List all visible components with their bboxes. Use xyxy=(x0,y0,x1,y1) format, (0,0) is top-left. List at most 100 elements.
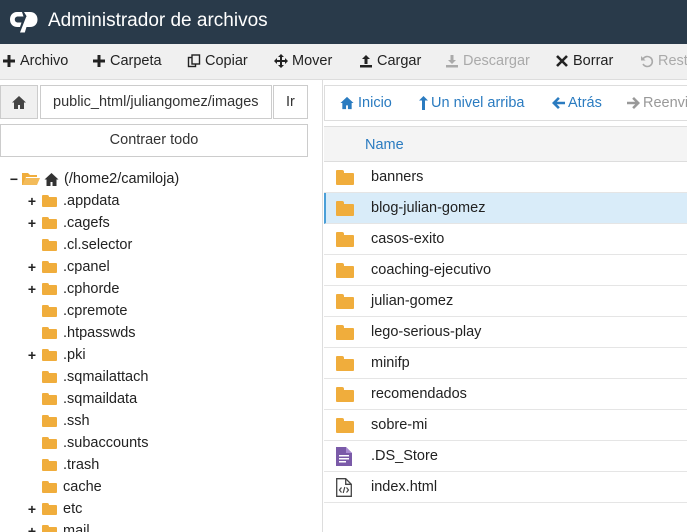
copy-icon xyxy=(187,54,201,68)
folder-icon xyxy=(42,525,57,532)
inicio-button[interactable]: Inicio xyxy=(339,95,392,111)
tree-item[interactable]: + .appdata xyxy=(26,190,120,212)
column-name-header[interactable]: Name xyxy=(365,137,404,153)
tree-item-label: .subaccounts xyxy=(63,435,149,451)
file-row[interactable]: casos-exito xyxy=(324,224,687,255)
folder-icon xyxy=(42,415,57,427)
expand-toggle[interactable]: + xyxy=(26,193,38,209)
file-row[interactable]: recomendados xyxy=(324,379,687,410)
folder-icon xyxy=(336,325,354,344)
tree-item-label: .sqmaildata xyxy=(63,391,138,407)
home-icon xyxy=(12,95,26,109)
tree-item[interactable]: + .pki xyxy=(26,344,86,366)
tree-item[interactable]: .htpasswds xyxy=(26,322,136,344)
download-button[interactable]: Descargar xyxy=(445,53,530,69)
file-name: index.html xyxy=(371,479,438,495)
folder-icon xyxy=(336,387,354,406)
file-name: casos-exito xyxy=(371,231,445,247)
copy-label: Copiar xyxy=(205,53,248,69)
folder-icon xyxy=(336,170,354,189)
path-input[interactable] xyxy=(40,85,272,119)
folder-icon xyxy=(42,283,57,295)
upload-icon xyxy=(360,55,372,68)
delete-button[interactable]: Borrar xyxy=(555,53,613,69)
level-up-icon xyxy=(419,96,428,110)
expand-toggle[interactable]: + xyxy=(26,281,38,297)
tree-root[interactable]: − (/home2/camiloja) xyxy=(8,168,179,190)
file-row[interactable]: index.html xyxy=(324,472,687,503)
home-icon xyxy=(44,172,59,186)
home-button[interactable] xyxy=(0,85,38,119)
undo-icon xyxy=(641,55,654,68)
tree-item-label: .cpremote xyxy=(63,303,128,319)
tree-item-label: .cagefs xyxy=(63,215,110,231)
pane-divider[interactable] xyxy=(322,80,323,532)
open-folder-icon xyxy=(22,173,40,185)
up-one-level-button[interactable]: Un nivel arriba xyxy=(419,95,525,111)
tree-item[interactable]: .sqmailattach xyxy=(26,366,148,388)
tree-item-label: .sqmailattach xyxy=(63,369,149,385)
file-name: minifp xyxy=(371,355,410,371)
tree-item[interactable]: .ssh xyxy=(26,410,90,432)
tree-item[interactable]: + .cagefs xyxy=(26,212,110,234)
folder-icon xyxy=(42,195,57,207)
new-file-label: Archivo xyxy=(20,53,69,69)
tree-item[interactable]: cache xyxy=(26,476,102,498)
expand-toggle[interactable]: + xyxy=(26,215,38,231)
file-name: julian-gomez xyxy=(371,293,454,309)
file-row[interactable]: banners xyxy=(324,162,687,193)
path-bar: Ir xyxy=(0,85,308,119)
file-name: coaching-ejecutivo xyxy=(371,262,492,278)
tree-item[interactable]: + mail xyxy=(26,520,90,532)
new-file-button[interactable]: Archivo xyxy=(2,53,68,69)
tree-item[interactable]: .cpremote xyxy=(26,300,127,322)
expand-toggle[interactable]: + xyxy=(26,523,38,532)
tree-item[interactable]: + .cpanel xyxy=(26,256,110,278)
file-list: banners blog-julian-gomez casos-exito coach… xyxy=(324,162,687,532)
tree-item-label: etc xyxy=(63,501,83,517)
file-row[interactable]: coaching-ejecutivo xyxy=(324,255,687,286)
tree-item[interactable]: + .cphorde xyxy=(26,278,120,300)
file-row[interactable]: .DS_Store xyxy=(324,441,687,472)
folder-icon xyxy=(336,356,354,375)
forward-label: Reenvi xyxy=(643,95,687,111)
expand-toggle[interactable]: + xyxy=(26,347,38,363)
folder-icon xyxy=(42,503,57,515)
back-button[interactable]: Atrás xyxy=(552,95,602,111)
tree-item[interactable]: + etc xyxy=(26,498,82,520)
move-label: Mover xyxy=(292,53,333,69)
tree-root-label: (/home2/camiloja) xyxy=(64,171,180,187)
arrow-right-icon xyxy=(627,97,640,109)
upload-button[interactable]: Cargar xyxy=(359,53,421,69)
expand-toggle[interactable]: + xyxy=(26,501,38,517)
tree-item-label: .ssh xyxy=(63,413,90,429)
file-row[interactable]: minifp xyxy=(324,348,687,379)
restore-button[interactable]: Resta xyxy=(640,53,687,69)
tree-item[interactable]: .sqmaildata xyxy=(26,388,137,410)
restore-label: Resta xyxy=(658,53,687,69)
copy-button[interactable]: Copiar xyxy=(187,53,248,69)
tree-item-label: .appdata xyxy=(63,193,120,209)
new-folder-button[interactable]: Carpeta xyxy=(92,53,162,69)
tree-item[interactable]: .subaccounts xyxy=(26,432,148,454)
delete-label: Borrar xyxy=(573,53,614,69)
up-one-level-label: Un nivel arriba xyxy=(431,95,525,111)
go-button[interactable]: Ir xyxy=(273,85,308,119)
tree-item[interactable]: .trash xyxy=(26,454,99,476)
file-row[interactable]: julian-gomez xyxy=(324,286,687,317)
expand-toggle[interactable]: + xyxy=(26,259,38,275)
folder-icon xyxy=(42,459,57,471)
file-row[interactable]: blog-julian-gomez xyxy=(324,193,687,224)
tree-item[interactable]: .cl.selector xyxy=(26,234,132,256)
file-list-header: Name xyxy=(324,126,687,162)
file-row[interactable]: sobre-mi xyxy=(324,410,687,441)
forward-button[interactable]: Reenvi xyxy=(627,95,687,111)
upload-label: Cargar xyxy=(377,53,422,69)
folder-icon xyxy=(42,349,57,361)
move-button[interactable]: Mover xyxy=(274,53,332,69)
back-label: Atrás xyxy=(568,95,602,111)
file-name: sobre-mi xyxy=(371,417,428,433)
collapse-all-button[interactable]: Contraer todo xyxy=(0,124,308,157)
collapse-toggle[interactable]: − xyxy=(8,171,20,187)
file-row[interactable]: lego-serious-play xyxy=(324,317,687,348)
